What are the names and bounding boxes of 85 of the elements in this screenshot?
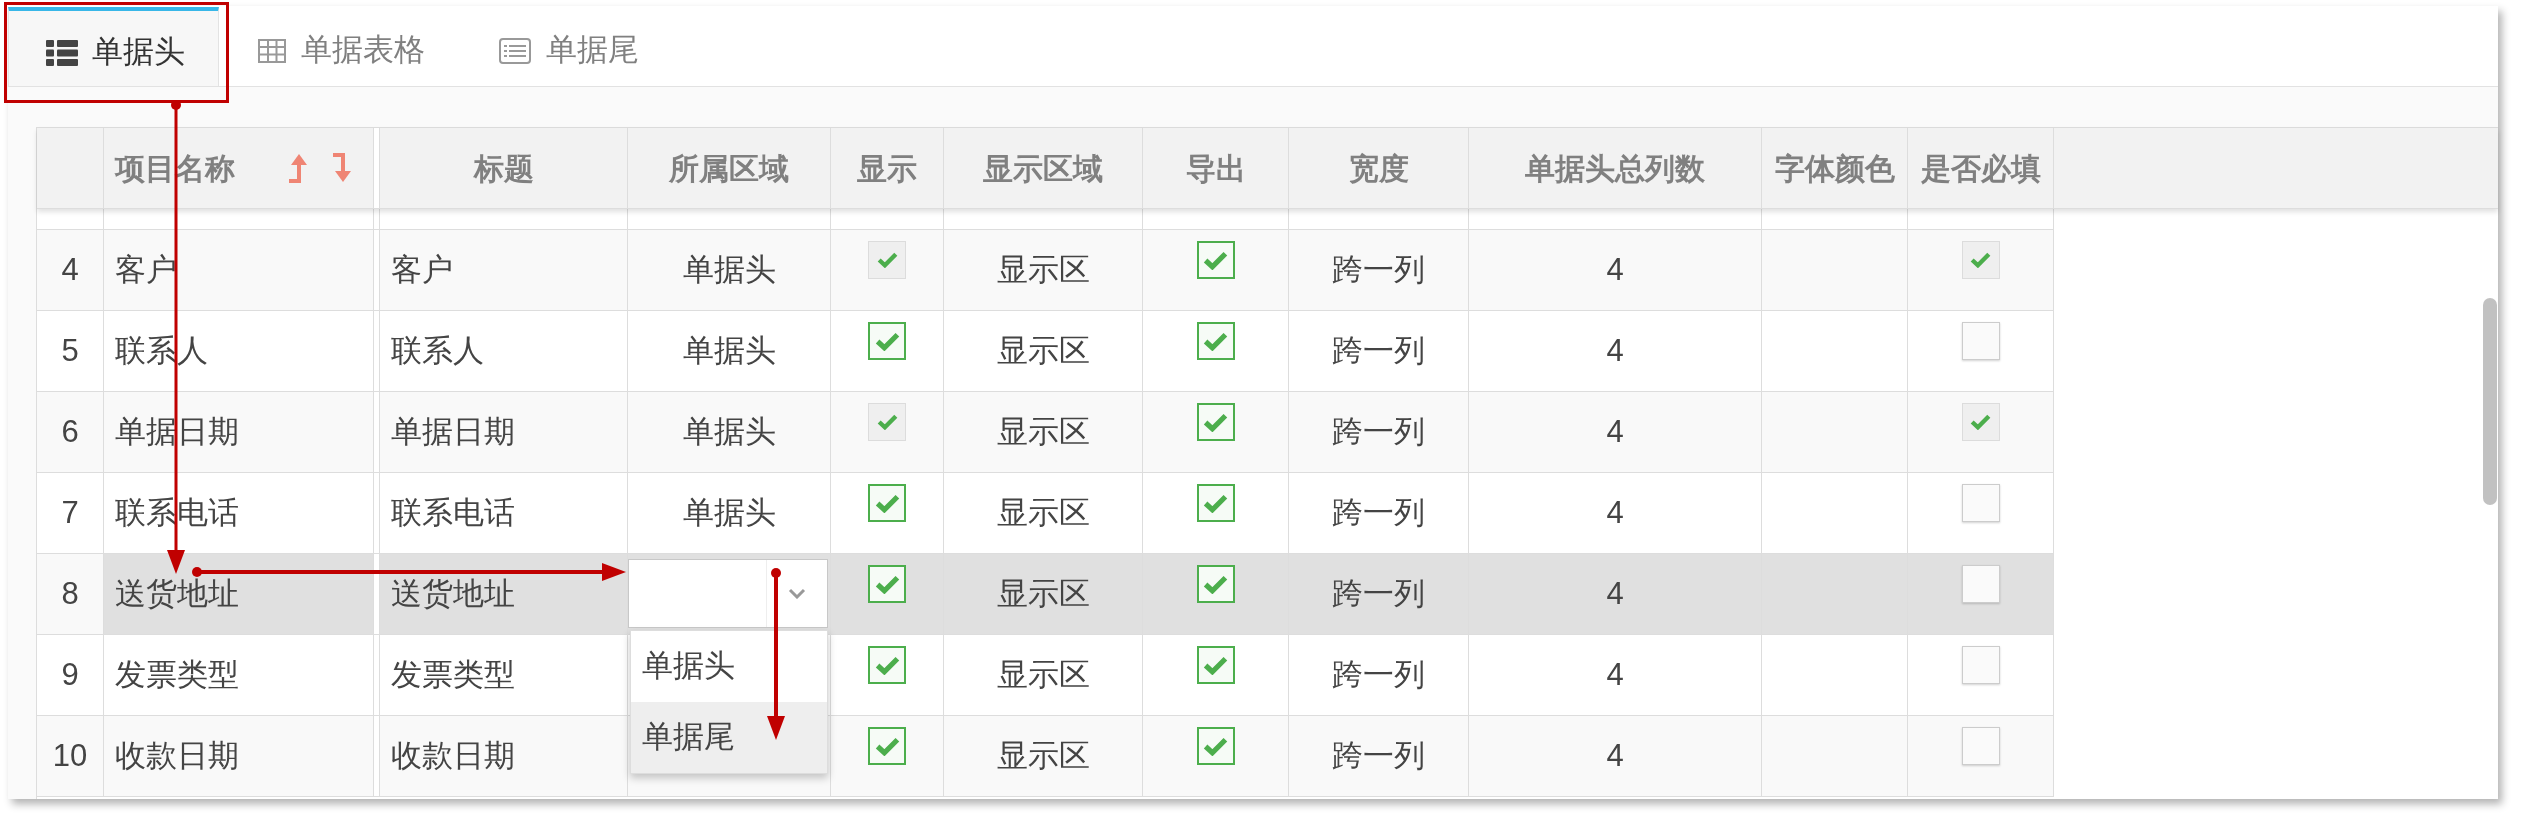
table-cell: 发票类型	[380, 635, 628, 715]
table-cell: 显示区	[944, 716, 1143, 796]
table-cell: 联系人	[380, 311, 628, 391]
checkbox[interactable]	[1196, 403, 1235, 441]
check-icon	[1203, 655, 1228, 675]
check-icon	[874, 331, 900, 351]
table-cell: 4	[1469, 716, 1762, 796]
checkbox[interactable]	[1196, 727, 1235, 765]
checkbox[interactable]	[868, 646, 906, 684]
scrollbar[interactable]	[2483, 298, 2497, 505]
table-cell: 显示区	[944, 392, 1143, 472]
table-cell: 4	[1469, 311, 1762, 391]
table-cell: 4	[1469, 392, 1762, 472]
table-cell: 4	[1469, 635, 1762, 715]
checkbox[interactable]	[868, 322, 906, 360]
column-header: 是否必填	[1908, 128, 2054, 208]
column-header: 字体颜色	[1762, 128, 1908, 208]
column-header: 所属区域	[628, 128, 831, 208]
dropdown-option[interactable]: 单据尾	[631, 702, 827, 773]
table-cell: 单据头	[628, 473, 831, 553]
table-cell: 显示区	[944, 554, 1143, 634]
column-header: 显示区域	[944, 128, 1143, 208]
select-field[interactable]	[628, 559, 828, 628]
checkbox[interactable]	[1196, 646, 1235, 684]
table-cell: 单据头	[628, 392, 831, 472]
table-cell: 显示区	[944, 230, 1143, 310]
table-cell: 跨一列	[1289, 311, 1469, 391]
check-icon	[1970, 252, 1991, 268]
table-cell: 联系电话	[380, 473, 628, 553]
check-icon	[1203, 574, 1228, 594]
column-header: 导出	[1143, 128, 1289, 208]
table-cell: 4	[1469, 554, 1762, 634]
table-cell: 单据日期	[380, 392, 628, 472]
chevron-down-icon	[788, 588, 806, 599]
checkbox[interactable]	[1196, 565, 1235, 603]
check-icon	[1203, 736, 1228, 756]
table-icon	[258, 38, 286, 63]
sort-down-icon[interactable]	[333, 153, 353, 183]
column-header: 标题	[380, 128, 628, 208]
table-cell: 显示区	[944, 473, 1143, 553]
check-icon	[876, 252, 898, 268]
table-cell: 单据头	[628, 311, 831, 391]
sort-up-icon[interactable]	[289, 153, 309, 183]
table-cell: 跨一列	[1289, 554, 1469, 634]
table-cell: 4	[1469, 473, 1762, 553]
dropdown-option[interactable]: 单据头	[631, 631, 827, 702]
check-icon	[1203, 331, 1228, 351]
checkbox[interactable]	[868, 484, 906, 522]
check-icon	[874, 574, 900, 594]
checkbox[interactable]	[1196, 322, 1235, 360]
check-icon	[1203, 250, 1228, 270]
tab[interactable]: 单据头	[8, 7, 219, 86]
table-cell: 客户	[380, 230, 628, 310]
table-cell: 显示区	[944, 311, 1143, 391]
check-icon	[1970, 414, 1991, 430]
checkbox[interactable]	[1961, 565, 2000, 603]
checkbox[interactable]	[1961, 322, 2000, 360]
check-icon	[874, 736, 900, 756]
column-header: 宽度	[1289, 128, 1469, 208]
row-number: 8	[37, 554, 104, 634]
table-cell: 跨一列	[1289, 230, 1469, 310]
table-cell: 跨一列	[1289, 716, 1469, 796]
table-cell: 收款日期	[380, 716, 628, 796]
check-icon	[1203, 493, 1228, 513]
table-cell: 跨一列	[1289, 635, 1469, 715]
checkbox[interactable]	[1961, 484, 2000, 522]
checkbox[interactable]	[868, 565, 906, 603]
table-cell: 单据头	[628, 230, 831, 310]
column-header: 单据头总列数	[1469, 128, 1762, 208]
checkbox[interactable]	[868, 727, 906, 765]
check-icon	[874, 655, 900, 675]
table-cell: 4	[1469, 230, 1762, 310]
check-icon	[876, 414, 898, 430]
checkbox[interactable]	[1196, 484, 1235, 522]
list-card-icon	[499, 37, 531, 64]
checkbox[interactable]	[1196, 241, 1235, 279]
checkbox[interactable]	[1961, 646, 2000, 684]
table-cell: 显示区	[944, 635, 1143, 715]
table-cell: 跨一列	[1289, 392, 1469, 472]
check-icon	[874, 493, 900, 513]
column-header: 显示	[831, 128, 944, 208]
check-icon	[1203, 412, 1228, 432]
checkbox[interactable]	[1961, 727, 2000, 765]
table-cell: 跨一列	[1289, 473, 1469, 553]
list-icon	[46, 39, 78, 66]
